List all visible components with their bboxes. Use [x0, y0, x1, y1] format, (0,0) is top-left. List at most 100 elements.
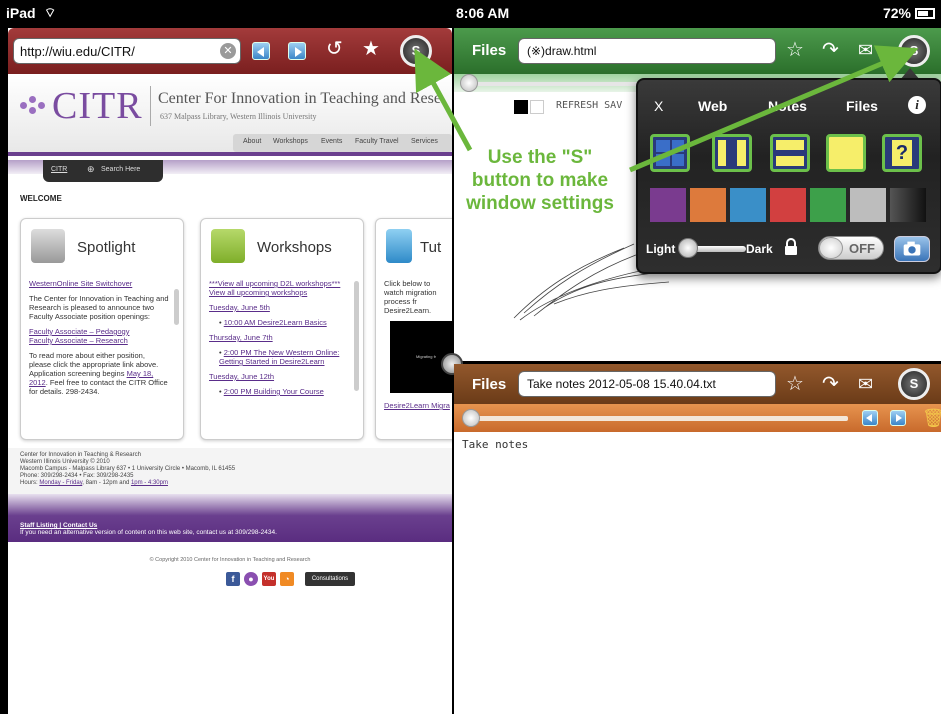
annotation-line-1: Use the "S": [487, 147, 593, 168]
tab-web[interactable]: Web: [698, 98, 727, 114]
date-june-12[interactable]: Tuesday, June 12th: [209, 372, 274, 381]
staff-contact-links[interactable]: Staff Listing | Contact Us: [20, 522, 277, 529]
nav-events[interactable]: Events: [321, 138, 342, 145]
tab-files[interactable]: Files: [846, 98, 878, 114]
footer-line-2: Western Illinois University © 2010: [20, 459, 110, 465]
notes-filename-input[interactable]: Take notes 2012-05-08 15.40.04.txt: [518, 371, 776, 397]
faculty-pedagogy-link[interactable]: Faculty Associate – Pedagogy: [29, 327, 169, 336]
search-here-link[interactable]: Search Here: [101, 166, 140, 173]
brightness-slider-thumb[interactable]: [678, 238, 698, 258]
spotlight-link-switchover[interactable]: WesternOnline Site Switchover: [29, 279, 132, 288]
forward-button[interactable]: [288, 42, 306, 60]
workshop-item-3[interactable]: 2:00 PM Building Your Course: [224, 387, 324, 396]
nav-services[interactable]: Services: [411, 138, 438, 145]
draw-refresh-save[interactable]: REFRESH SAV: [556, 100, 622, 116]
layout-quad-button[interactable]: [650, 134, 690, 172]
white-swatch[interactable]: [530, 100, 544, 114]
mail-icon[interactable]: ✉: [858, 374, 873, 394]
search-tab-citr[interactable]: CITR: [51, 166, 67, 173]
notes-forward-button[interactable]: [890, 410, 906, 426]
notes-back-button[interactable]: [862, 410, 878, 426]
faculty-research-link[interactable]: Faculty Associate – Research: [29, 336, 128, 345]
layout-help-button[interactable]: ?: [882, 134, 922, 172]
notes-slider-thumb[interactable]: [462, 409, 480, 427]
workshop-item-2[interactable]: 2:00 PM The New Western Online: Getting …: [219, 348, 339, 366]
all-workshops-link[interactable]: View all upcoming workshops: [209, 288, 307, 297]
consultations-button[interactable]: Consultations: [305, 572, 355, 586]
lock-icon: [785, 238, 797, 255]
notes-content[interactable]: Take notes: [462, 438, 528, 451]
hours-weekday-link[interactable]: Monday - Friday: [39, 480, 82, 486]
workshops-card: Workshops ***View all upcoming D2L works…: [200, 218, 364, 440]
info-icon[interactable]: i: [908, 96, 926, 114]
hours-mid: , 8am - 12pm and: [82, 480, 130, 486]
hours-label: Hours:: [20, 480, 38, 486]
clear-icon[interactable]: ✕: [220, 43, 236, 59]
back-button[interactable]: [252, 42, 270, 60]
files-button[interactable]: Files: [472, 42, 506, 59]
settings-s-button[interactable]: S: [898, 35, 930, 67]
citr-logo[interactable]: CITR: [52, 84, 143, 128]
workshop-item-1[interactable]: 10:00 AM Desire2Learn Basics: [224, 318, 327, 327]
d2l-migration-link[interactable]: Desire2Learn Migra: [384, 401, 450, 410]
site-address: 637 Malpass Library, Western Illinois Un…: [160, 112, 317, 121]
star-icon[interactable]: ★: [362, 39, 380, 59]
youtube-icon[interactable]: You: [262, 572, 276, 586]
star-icon[interactable]: ☆: [786, 374, 804, 394]
trash-icon[interactable]: 🗑: [922, 408, 941, 429]
footer-line-4: Phone: 309/298-2434 • Fax: 309/298-2435: [20, 473, 134, 479]
d2l-workshops-link[interactable]: ***View all upcoming D2L workshops***: [209, 279, 349, 288]
star-icon[interactable]: ☆: [786, 40, 804, 60]
tab-notes[interactable]: Notes: [768, 98, 807, 114]
nav-about[interactable]: About: [243, 138, 261, 145]
wifi-icon: ⌔: [44, 5, 57, 20]
podcast-icon[interactable]: ●: [244, 572, 258, 586]
layout-single-button[interactable]: [826, 134, 866, 172]
logo-divider: [150, 86, 151, 126]
color-swatch-silver[interactable]: [850, 188, 886, 222]
popup-close-button[interactable]: X: [654, 98, 663, 114]
color-swatch-black[interactable]: [890, 188, 926, 222]
toggle-label: OFF: [849, 241, 875, 256]
color-swatch-green[interactable]: [810, 188, 846, 222]
draw-filename-input[interactable]: (※)draw.html: [518, 38, 776, 64]
gears-icon: [211, 229, 245, 263]
draw-slider-thumb[interactable]: [460, 74, 478, 92]
spotlight-scrollbar[interactable]: [174, 289, 179, 325]
toggle-knob: [819, 237, 843, 259]
settings-s-button[interactable]: S: [400, 35, 432, 67]
help-question-mark: ?: [892, 140, 912, 166]
footer-line-3: Macomb Campus - Malpass Library 637 • 1 …: [20, 466, 236, 472]
rss-icon[interactable]: ◔: [280, 572, 294, 586]
hours-afternoon-link[interactable]: 1pm - 4:30pm: [131, 480, 168, 486]
redo-icon[interactable]: ↷: [822, 40, 839, 60]
site-header: CITR Center For Innovation in Teaching a…: [8, 74, 452, 156]
url-input[interactable]: http://wiu.edu/CITR/: [13, 38, 241, 64]
color-swatch-purple[interactable]: [650, 188, 686, 222]
layout-rows-button[interactable]: [770, 134, 810, 172]
site-nav: About Workshops Events Faculty Travel Se…: [233, 134, 452, 152]
color-swatch-blue[interactable]: [730, 188, 766, 222]
color-swatch-orange[interactable]: [690, 188, 726, 222]
facebook-icon[interactable]: f: [226, 572, 240, 586]
date-june-5[interactable]: Tuesday, June 5th: [209, 303, 270, 312]
site-title: Center For Innovation in Teaching and Re…: [158, 90, 441, 107]
reload-icon[interactable]: ↺: [326, 39, 343, 59]
camera-button[interactable]: [894, 236, 930, 262]
notes-slider-track[interactable]: [468, 416, 848, 421]
date-june-7[interactable]: Thursday, June 7th: [209, 333, 273, 342]
color-swatch-red[interactable]: [770, 188, 806, 222]
settings-s-button[interactable]: S: [898, 368, 930, 400]
footer-contact: Center for Innovation in Teaching & Rese…: [20, 452, 235, 487]
files-button[interactable]: Files: [472, 376, 506, 393]
lock-toggle[interactable]: OFF: [818, 236, 884, 260]
layout-columns-button[interactable]: [712, 134, 752, 172]
web-toolbar: http://wiu.edu/CITR/ ✕ ↺ ★ S: [8, 28, 452, 74]
nav-workshops[interactable]: Workshops: [273, 138, 308, 145]
workshops-scrollbar[interactable]: [354, 281, 359, 391]
black-swatch[interactable]: [514, 100, 528, 114]
nav-faculty-travel[interactable]: Faculty Travel: [355, 138, 399, 145]
mail-icon[interactable]: ✉: [858, 40, 873, 60]
document-icon: [386, 229, 412, 263]
redo-icon[interactable]: ↷: [822, 374, 839, 394]
